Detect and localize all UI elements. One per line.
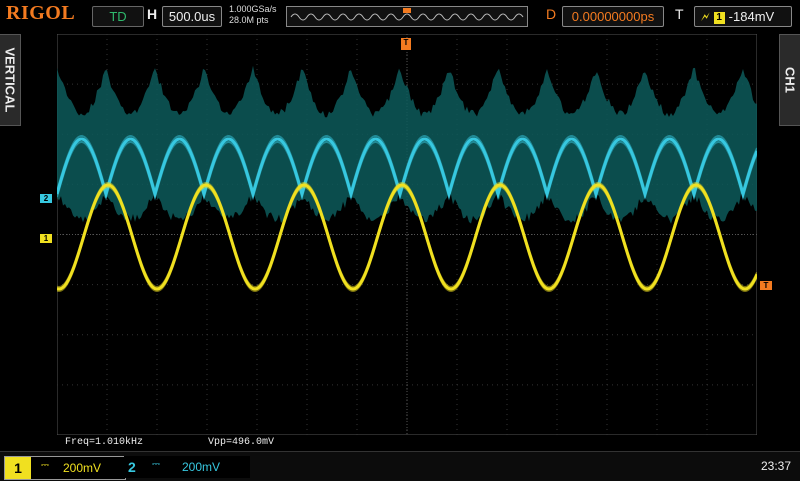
- run-mode-indicator[interactable]: TD: [92, 6, 144, 27]
- frequency-measurement: Freq=1.010kHz: [65, 437, 143, 448]
- acquisition-info: 1.000GSa/s 28.0M pts: [229, 4, 277, 26]
- memory-overview-strip[interactable]: [286, 6, 528, 27]
- timebase-value[interactable]: 500.0us: [162, 6, 222, 27]
- rising-edge-icon: 🗲: [701, 9, 710, 24]
- clock: 23:37: [761, 459, 791, 473]
- delay-value[interactable]: 0.00000000ps: [562, 6, 664, 27]
- waveform-canvas: [57, 34, 757, 435]
- ch1-offset-marker[interactable]: 1: [40, 234, 52, 243]
- vertical-menu-tab[interactable]: VERTICAL: [0, 34, 21, 126]
- timebase-label: H: [147, 6, 157, 22]
- channel-status-bar: 1 ⎓ 200mV 2 ⎓ 200mV 23:37: [0, 451, 800, 481]
- ch2-scale: 200mV: [182, 459, 220, 475]
- delay-label: D: [546, 6, 556, 22]
- trigger-position-marker[interactable]: T: [401, 38, 411, 50]
- ch2-number: 2: [128, 456, 136, 478]
- memory-depth: 28.0M pts: [229, 15, 277, 26]
- trigger-level-marker[interactable]: T: [760, 281, 772, 290]
- ch2-noise-envelope: [57, 66, 757, 224]
- ch1-number: 1: [5, 457, 31, 479]
- vertical-tab-label: VERTICAL: [3, 48, 18, 113]
- ch1-tab-label: CH1: [783, 67, 798, 93]
- trigger-level: -184mV: [729, 9, 775, 24]
- trigger-source-badge: 1: [714, 12, 725, 24]
- dc-coupling-icon: ⎓: [41, 460, 49, 471]
- top-status-bar: RIGOL TD H 500.0us 1.000GSa/s 28.0M pts …: [0, 0, 800, 32]
- sample-rate: 1.000GSa/s: [229, 4, 277, 15]
- ch1-scale: 200mV: [63, 460, 101, 476]
- waveform-display[interactable]: [57, 34, 757, 435]
- trigger-label: T: [675, 6, 684, 22]
- brand-logo: RIGOL: [6, 2, 75, 25]
- dc-coupling-icon: ⎓: [152, 459, 160, 470]
- trigger-settings[interactable]: 🗲 1 -184mV: [694, 6, 792, 27]
- ch2-status-tab[interactable]: 2 ⎓ 200mV: [124, 456, 250, 478]
- ch1-menu-tab[interactable]: CH1: [779, 34, 800, 126]
- vpp-measurement: Vpp=496.0mV: [208, 437, 274, 448]
- memory-waveform-icon: [287, 7, 527, 26]
- ch2-offset-marker[interactable]: 2: [40, 194, 52, 203]
- ch1-status-tab[interactable]: 1 ⎓ 200mV: [4, 456, 126, 480]
